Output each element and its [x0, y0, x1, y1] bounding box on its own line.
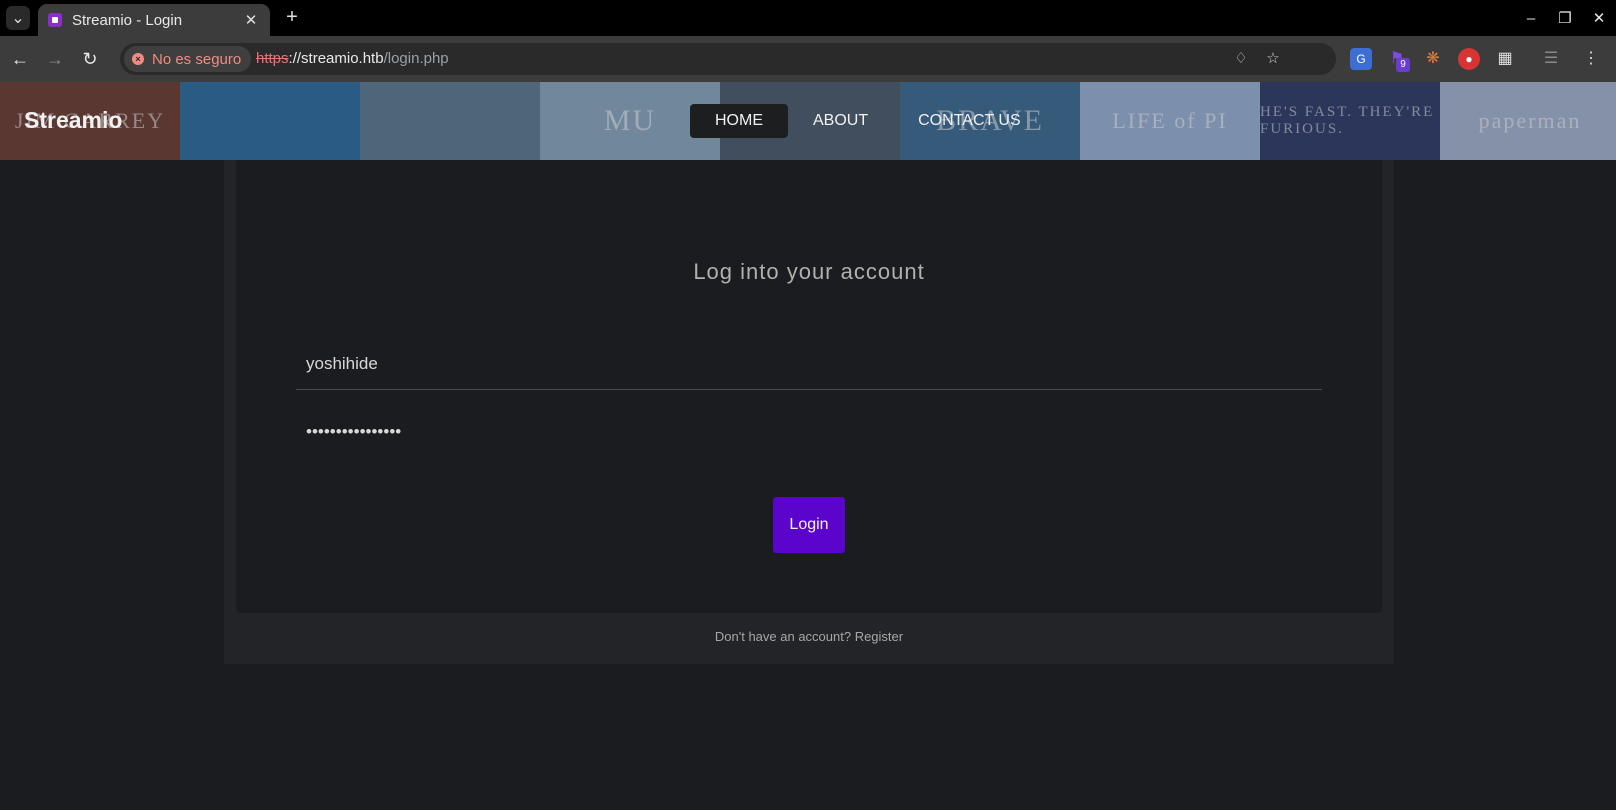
login-button[interactable]: Login	[773, 497, 845, 553]
security-label: No es seguro	[152, 50, 242, 68]
main-nav: HOME ABOUT CONTACT US	[690, 104, 1046, 138]
record-extension-icon[interactable]: ●	[1458, 48, 1480, 70]
login-title: Log into your account	[693, 259, 925, 284]
tab-search-chevron-icon[interactable]: ⌄	[6, 6, 30, 30]
extension-icon[interactable]: ⚑ 9	[1386, 48, 1410, 72]
window-close-icon[interactable]: ✕	[1582, 0, 1616, 36]
browser-toolbar: ← → ↻ × No es seguro https://streamio.ht…	[0, 36, 1616, 82]
cookie-extension-icon[interactable]: ❋	[1422, 48, 1444, 70]
extensions-puzzle-icon[interactable]: ▦	[1494, 48, 1516, 70]
site-header: JIM CARREY MU BRAVE LIFE of PI HE'S FAST. TH…	[0, 82, 1616, 160]
site-brand[interactable]: Streamio	[24, 107, 122, 134]
forward-icon[interactable]: →	[43, 47, 67, 71]
password-input[interactable]	[296, 406, 1322, 458]
back-icon[interactable]: ←	[8, 47, 32, 71]
restore-icon[interactable]: ❐	[1548, 0, 1582, 36]
translate-icon[interactable]: ♢	[1230, 48, 1252, 70]
nav-link-about[interactable]: ABOUT	[788, 104, 893, 138]
browser-tabstrip: ⌄ Streamio - Login ✕ + – ❐ ✕	[0, 0, 1616, 36]
register-link[interactable]: Don't have an account? Register	[224, 629, 1394, 644]
not-secure-icon: ×	[132, 53, 144, 65]
profile-icon[interactable]: ☰	[1540, 48, 1562, 70]
login-card: Log into your account Login	[236, 160, 1382, 613]
reload-icon[interactable]: ↻	[78, 47, 102, 71]
browser-tab[interactable]: Streamio - Login ✕	[38, 4, 270, 36]
translate-extension-icon[interactable]: G	[1350, 48, 1372, 70]
new-tab-button[interactable]: +	[280, 6, 304, 30]
menu-kebab-icon[interactable]: ⋮	[1580, 48, 1602, 70]
address-bar[interactable]: × No es seguro https://streamio.htb/logi…	[120, 43, 1336, 75]
nav-link-contact-us[interactable]: CONTACT US	[893, 104, 1046, 138]
tab-title: Streamio - Login	[72, 11, 183, 29]
username-input[interactable]	[296, 338, 1322, 390]
tab-close-icon[interactable]: ✕	[242, 11, 260, 29]
favicon-icon	[48, 13, 62, 27]
window-controls: – ❐ ✕	[1514, 0, 1616, 36]
extension-badge: 9	[1396, 58, 1410, 72]
bookmark-star-icon[interactable]: ☆	[1262, 48, 1284, 70]
url-text[interactable]: https://streamio.htb/login.php	[256, 50, 449, 67]
security-chip[interactable]: × No es seguro	[124, 46, 252, 72]
minimize-icon[interactable]: –	[1514, 0, 1548, 36]
nav-link-home[interactable]: HOME	[690, 104, 788, 138]
